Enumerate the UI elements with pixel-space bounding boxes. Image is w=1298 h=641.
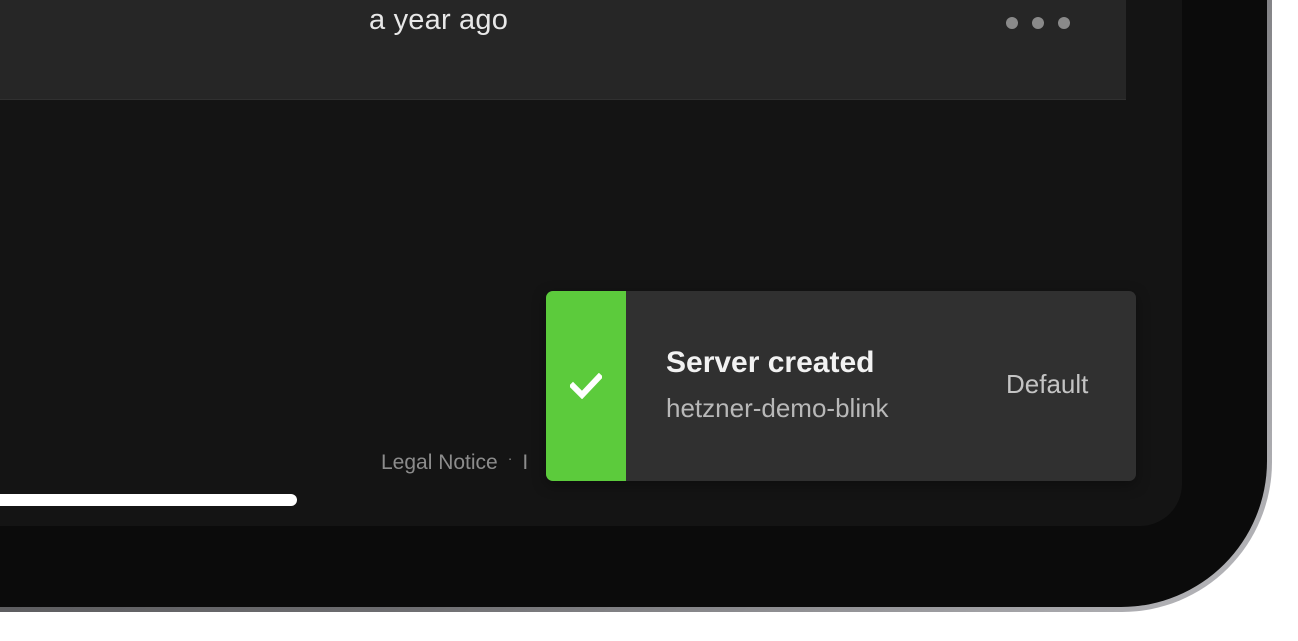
toast-title: Server created: [666, 346, 875, 379]
stage: a year ago Legal Notice · I Server created…: [0, 0, 1298, 641]
footer-next-link[interactable]: I: [522, 451, 528, 475]
legal-notice-link[interactable]: Legal Notice: [381, 451, 498, 474]
app-content: a year ago Legal Notice · I Server created…: [0, 0, 1182, 526]
notification-toast[interactable]: Server created hetzner-demo-blink Defaul…: [546, 291, 1136, 481]
home-indicator[interactable]: [0, 494, 297, 506]
menu-dot: [1032, 17, 1044, 29]
device-screen: a year ago Legal Notice · I Server created…: [0, 0, 1182, 526]
toast-status-bar: [546, 291, 626, 481]
toast-subtitle: hetzner-demo-blink: [666, 393, 889, 423]
more-horizontal-icon[interactable]: [1006, 14, 1070, 32]
footer-separator: ·: [507, 450, 513, 466]
menu-dot: [1058, 17, 1070, 29]
toast-action-button[interactable]: Default: [1006, 369, 1088, 400]
server-list-row[interactable]: a year ago: [0, 0, 1126, 100]
footer-links: Legal Notice · I: [381, 450, 528, 475]
server-created-time: a year ago: [369, 4, 509, 36]
menu-dot: [1006, 17, 1018, 29]
checkmark-icon: [570, 373, 602, 399]
